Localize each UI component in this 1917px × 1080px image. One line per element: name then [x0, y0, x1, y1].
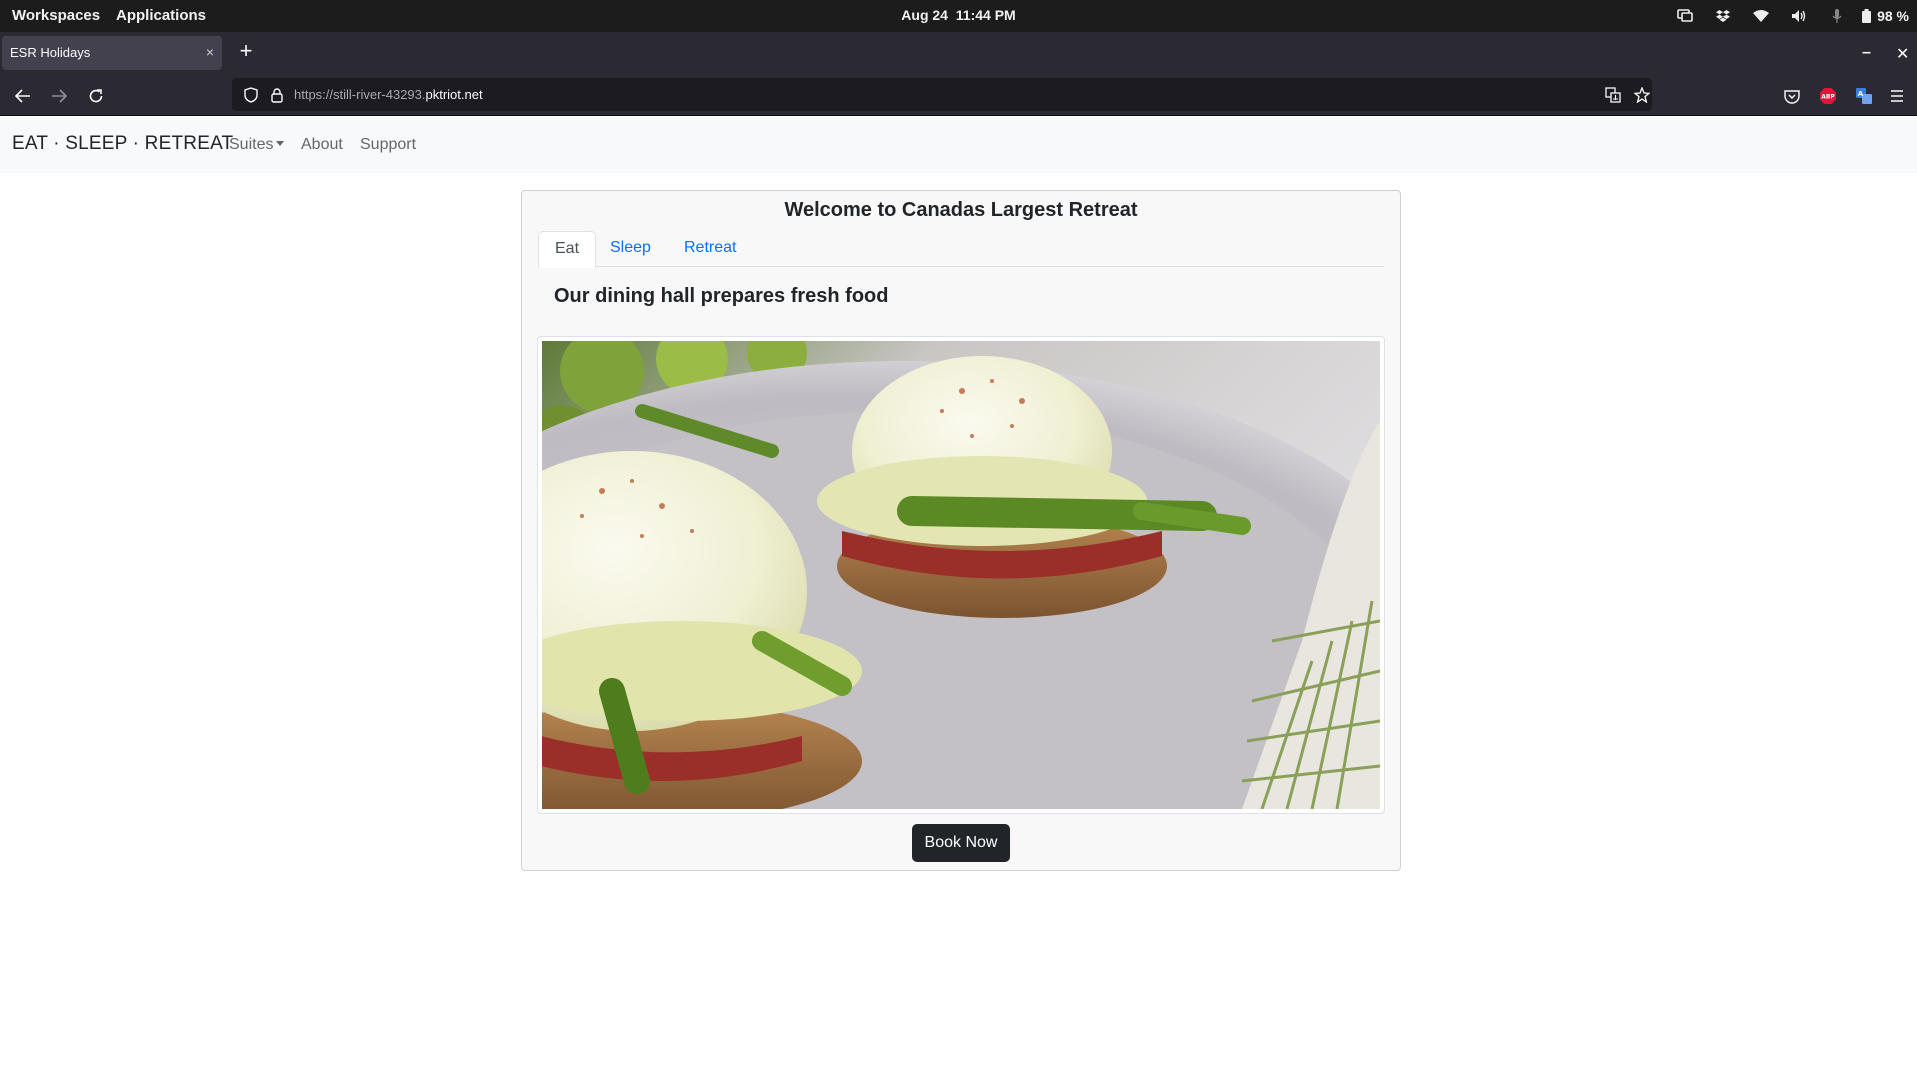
book-now-button[interactable]: Book Now [912, 824, 1010, 862]
lock-icon[interactable] [266, 84, 288, 106]
url-text[interactable]: https://still-river-43293.pktriot.net [294, 87, 483, 102]
clock: Aug 24 11:44 PM [0, 7, 1917, 23]
site-navbar: EAT · SLEEP · RETREAT Suites About Suppo… [0, 117, 1917, 173]
nav-about-link[interactable]: About [301, 136, 343, 154]
nav-suites-dropdown[interactable]: Suites [229, 136, 285, 154]
tab-sleep[interactable]: Sleep [594, 231, 667, 267]
browser-tab-title: ESR Holidays [10, 45, 91, 60]
close-tab-icon[interactable]: × [206, 44, 214, 60]
workspaces-menu[interactable]: Workspaces [12, 7, 100, 24]
display-icon[interactable] [1666, 0, 1704, 32]
microphone-icon[interactable] [1818, 0, 1856, 32]
svg-text:ABP: ABP [1821, 94, 1835, 101]
browser-tab[interactable]: ESR Holidays × [2, 36, 222, 70]
system-tray: 98 % [1666, 0, 1909, 32]
battery-percent: 98 % [1877, 8, 1909, 24]
close-window-button[interactable]: ✕ [1896, 44, 1909, 64]
back-arrow-icon[interactable] [12, 85, 34, 107]
nav-suites-label: Suites [229, 136, 274, 153]
os-top-bar: Workspaces Applications Aug 24 11:44 PM … [0, 0, 1917, 32]
volume-icon[interactable] [1780, 0, 1818, 32]
menu-hamburger-icon[interactable] [1886, 85, 1908, 107]
chevron-down-icon [276, 141, 285, 146]
card-title: Welcome to Canadas Largest Retreat [784, 199, 1138, 221]
dropbox-icon[interactable] [1704, 0, 1742, 32]
site-brand[interactable]: EAT · SLEEP · RETREAT [12, 133, 233, 155]
nav-support-link[interactable]: Support [360, 136, 416, 154]
battery-icon [1862, 9, 1872, 23]
applications-menu[interactable]: Applications [116, 7, 206, 24]
translator-extension-icon[interactable]: A [1853, 85, 1875, 107]
tab-eat[interactable]: Eat [538, 231, 597, 268]
forward-arrow-icon[interactable] [48, 85, 70, 107]
url-prefix: https://still-river-43293. [294, 87, 426, 102]
browser-tab-strip: ESR Holidays × [0, 32, 1917, 74]
translate-icon[interactable] [1602, 84, 1624, 106]
clock-time[interactable]: 11:44 PM [956, 7, 1016, 23]
url-domain: pktriot.net [425, 87, 483, 102]
food-image-frame [537, 336, 1385, 814]
browser-toolbar: https://still-river-43293.pktriot.net AB… [0, 74, 1917, 116]
tab-heading: Our dining hall prepares fresh food [554, 285, 889, 307]
welcome-card: Welcome to Canadas Largest Retreat Eat S… [521, 190, 1401, 871]
pocket-icon[interactable] [1781, 85, 1803, 107]
clock-date[interactable]: Aug 24 [901, 7, 948, 23]
svg-text:A: A [1858, 90, 1864, 98]
battery-indicator[interactable]: 98 % [1856, 8, 1909, 24]
new-tab-button[interactable]: + [234, 40, 258, 64]
reload-icon[interactable] [85, 85, 107, 107]
tab-retreat[interactable]: Retreat [668, 231, 752, 267]
food-photo [542, 341, 1380, 809]
minimize-window-button[interactable]: – [1862, 44, 1871, 62]
adblock-plus-icon[interactable]: ABP [1817, 85, 1839, 107]
tracking-shield-icon[interactable] [240, 84, 262, 106]
bookmark-star-icon[interactable] [1631, 84, 1653, 106]
tab-list: Eat Sleep Retreat [538, 231, 1384, 268]
url-bar[interactable]: https://still-river-43293.pktriot.net [232, 78, 1652, 111]
wifi-icon[interactable] [1742, 0, 1780, 32]
